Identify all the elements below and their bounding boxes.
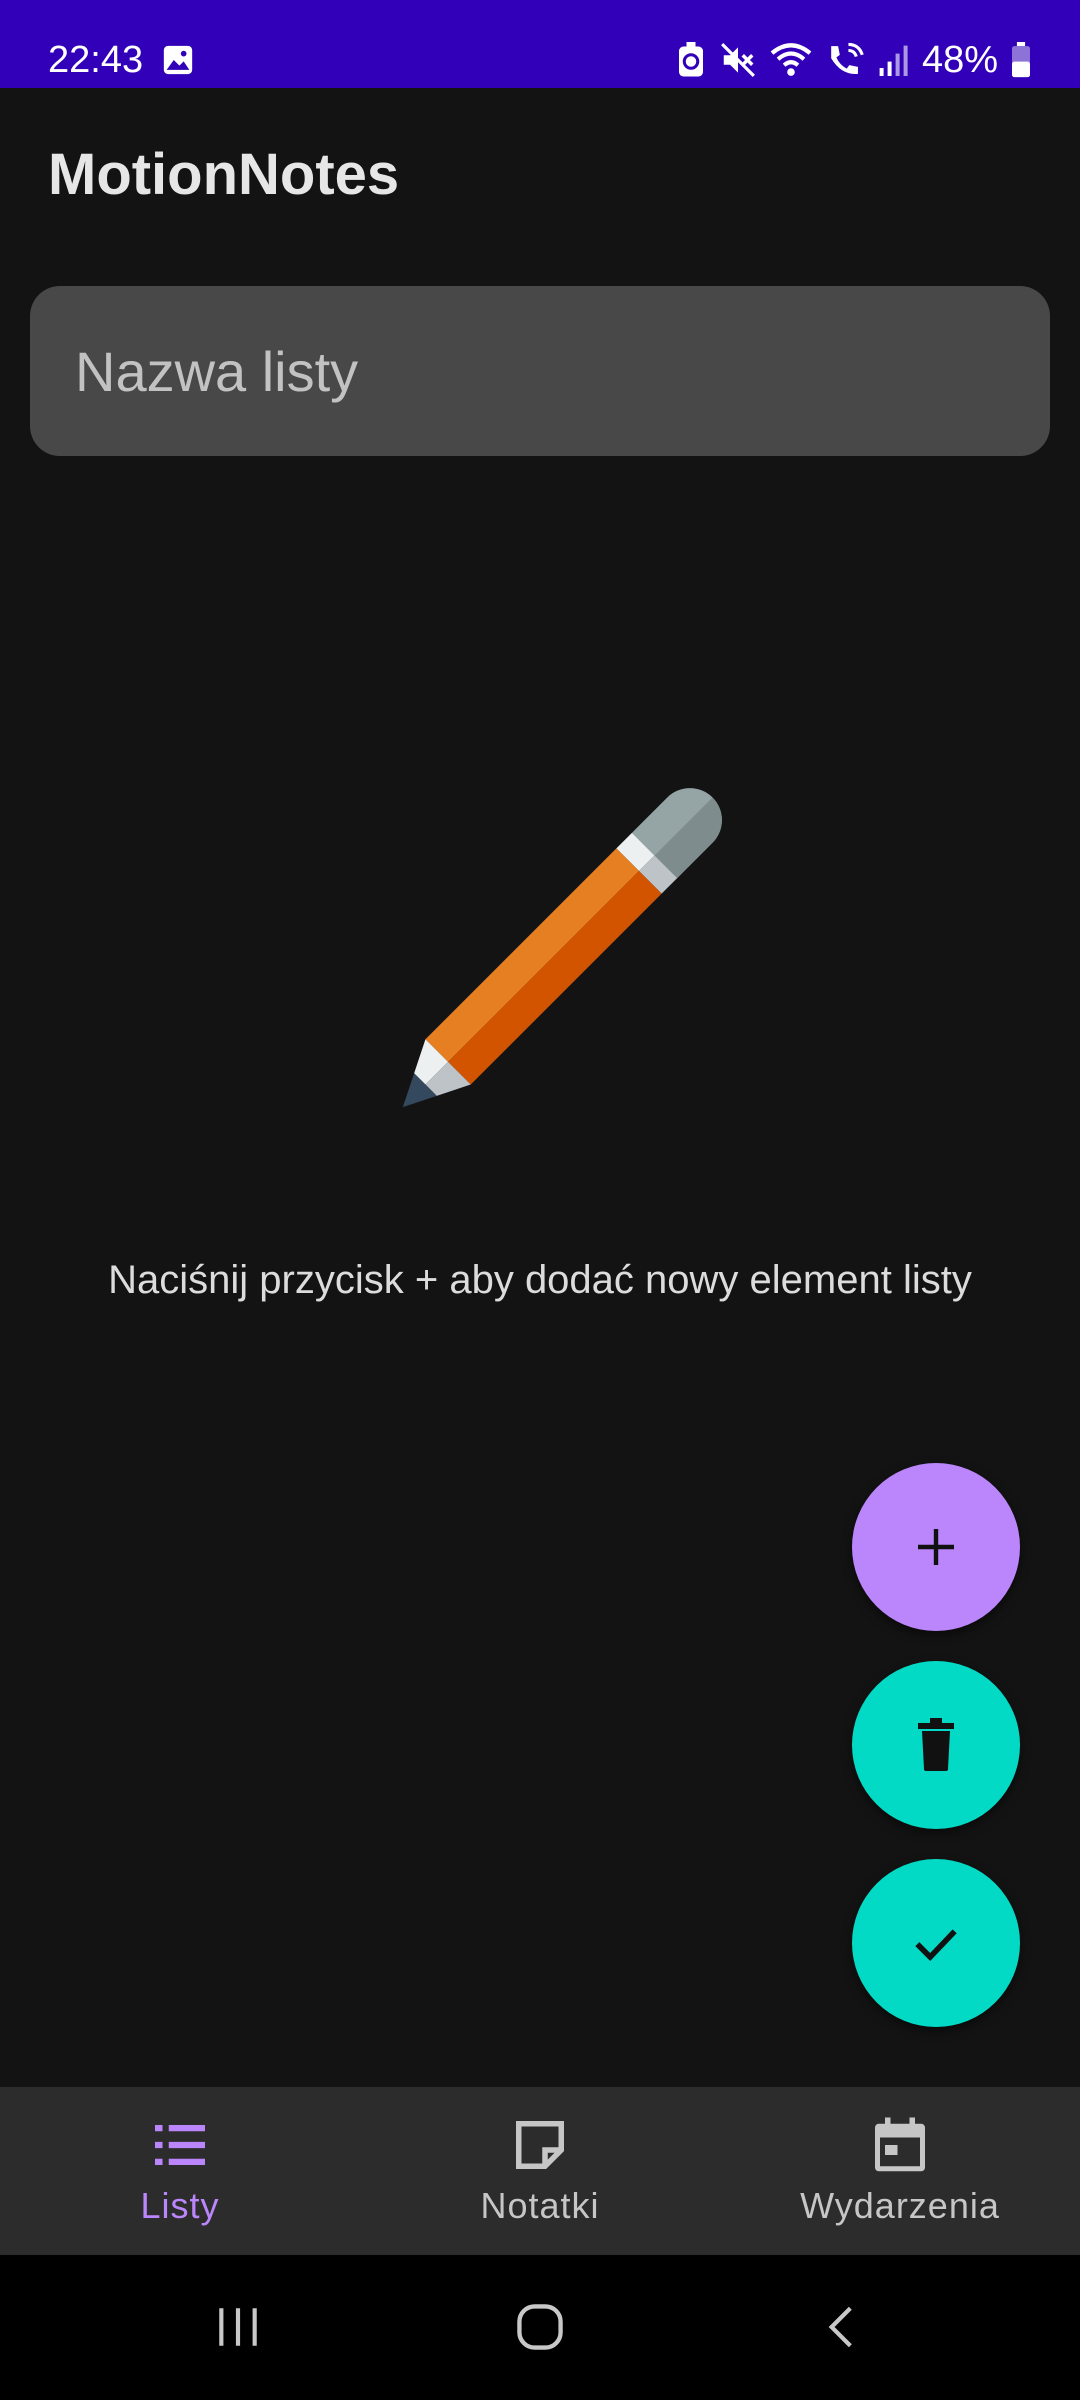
battery-percent: 48%	[921, 39, 998, 81]
note-icon	[516, 2121, 564, 2169]
gallery-icon	[163, 45, 193, 75]
nav-item-notes[interactable]: Notatki	[360, 2087, 720, 2255]
nav-label-events: Wydarzenia	[800, 2185, 1000, 2226]
add-item-button[interactable]	[852, 1463, 1020, 1631]
status-time: 22:43	[48, 39, 144, 81]
system-navigation-bar	[0, 2255, 1080, 2400]
battery-saver-icon	[678, 42, 703, 77]
battery-icon	[1012, 42, 1030, 78]
home-button[interactable]	[500, 2291, 580, 2363]
delete-list-button[interactable]	[852, 1661, 1020, 1829]
list-name-input[interactable]	[75, 338, 1005, 404]
plus-icon	[918, 1529, 954, 1565]
status-icons: 48%	[676, 36, 1032, 84]
status-bar: 22:43 48%	[0, 0, 1080, 88]
recents-icon	[219, 2308, 257, 2346]
check-icon	[915, 1929, 957, 1962]
signal-icon	[879, 45, 908, 76]
list-icon	[155, 2125, 205, 2165]
nav-item-lists[interactable]: Listy	[0, 2087, 360, 2255]
recents-button[interactable]	[198, 2291, 278, 2363]
nav-label-notes: Notatki	[480, 2185, 600, 2226]
home-icon	[517, 2304, 563, 2350]
nav-label-lists: Listy	[140, 2185, 220, 2226]
save-list-button[interactable]	[852, 1859, 1020, 2027]
app-title: MotionNotes	[48, 142, 400, 207]
list-name-field[interactable]	[30, 286, 1050, 456]
back-button[interactable]	[802, 2291, 882, 2363]
pencil-icon	[402, 788, 722, 1108]
empty-state-hint: Naciśnij przycisk + aby dodać nowy eleme…	[108, 1258, 972, 1302]
wifi-icon	[770, 43, 812, 76]
nav-item-events[interactable]: Wydarzenia	[720, 2087, 1080, 2255]
wifi-calling-icon	[831, 42, 864, 74]
calendar-icon	[875, 2117, 925, 2172]
trash-icon	[918, 1718, 954, 1771]
bottom-navigation: Listy Notatki Wydarzenia	[0, 2087, 1080, 2255]
back-icon	[828, 2306, 852, 2348]
mute-icon	[720, 43, 755, 77]
